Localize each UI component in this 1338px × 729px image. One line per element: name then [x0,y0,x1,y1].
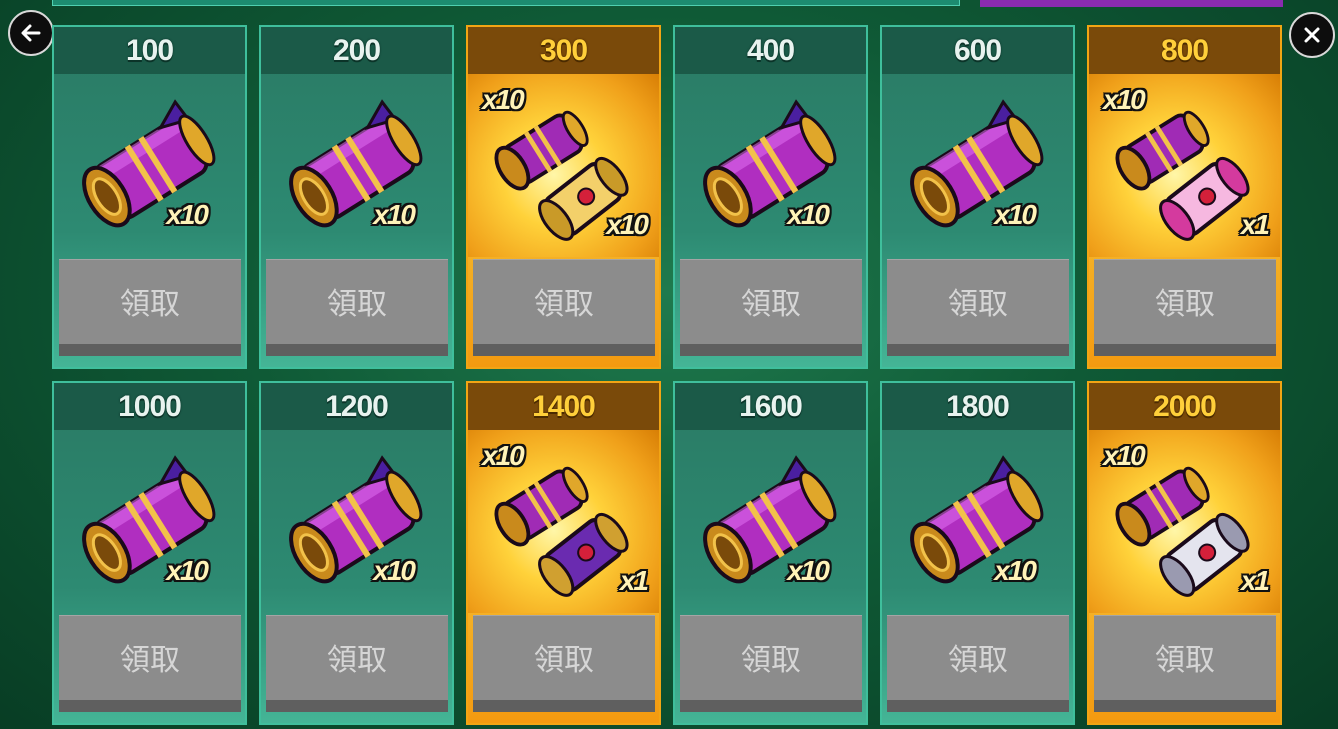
back-button[interactable] [8,10,54,56]
reward-threshold: 200 [332,33,381,67]
claim-button[interactable]: 領取 [266,615,448,712]
reward-quantity: x10 [166,199,209,230]
claim-label: 領取 [534,643,594,678]
card-header: 800 [1089,27,1280,74]
reward-threshold: 1200 [325,389,389,423]
card-header: 200 [261,27,452,74]
card-header: 400 [675,27,866,74]
card-header: 1400 [468,383,659,430]
reward-card-400: 400 x10 領取 [673,25,868,369]
claim-button[interactable]: 領取 [887,615,1069,712]
bonus-quantity: x10 [482,84,525,115]
close-button[interactable] [1289,12,1335,58]
reward-quantity: x10 [994,555,1037,586]
reward-card-2000: 2000 x1 x10 領取 [1087,381,1282,725]
reward-threshold: 1400 [532,389,596,423]
reward-quantity: x10 [994,199,1037,230]
silver-scroll-icon: x1 x10 [1089,430,1280,613]
reward-threshold: 100 [125,33,174,67]
reward-grid: 100 x10 領取 200 x10 領取 300 x10 x10 領取 400… [52,25,1282,725]
reward-card-600: 600 x10 領取 [880,25,1075,369]
reward-quantity: x10 [606,209,649,240]
claim-label: 領取 [327,643,387,678]
pink-scroll-icon: x1 x10 [1089,74,1280,257]
bonus-quantity: x10 [482,440,525,471]
reward-quantity: x1 [1240,209,1270,240]
reward-threshold: 600 [953,33,1002,67]
reward-card-300: 300 x10 x10 領取 [466,25,661,369]
card-header: 600 [882,27,1073,74]
reward-card-200: 200 x10 領取 [259,25,454,369]
reward-quantity: x10 [373,555,416,586]
claim-button[interactable]: 領取 [473,615,655,712]
purple-scroll-icon: x10 [261,430,452,613]
reward-threshold: 1000 [118,389,182,423]
purple-scroll-icon: x10 [675,430,866,613]
claim-label: 領取 [948,287,1008,322]
reward-card-1200: 1200 x10 領取 [259,381,454,725]
claim-label: 領取 [120,643,180,678]
card-header: 1200 [261,383,452,430]
claim-label: 領取 [741,287,801,322]
reward-card-1400: 1400 x1 x10 領取 [466,381,661,725]
claim-label: 領取 [534,287,594,322]
card-header: 1800 [882,383,1073,430]
card-header: 100 [54,27,245,74]
claim-label: 領取 [120,287,180,322]
claim-button[interactable]: 領取 [887,259,1069,356]
claim-label: 領取 [1155,287,1215,322]
claim-button[interactable]: 領取 [59,615,241,712]
purple-scroll-icon: x10 [882,74,1073,257]
reward-threshold: 800 [1160,33,1209,67]
claim-button[interactable]: 領取 [473,259,655,356]
reward-quantity: x1 [619,565,649,596]
claim-button[interactable]: 領取 [680,259,862,356]
claim-button[interactable]: 領取 [266,259,448,356]
claim-label: 領取 [327,287,387,322]
arrow-left-icon [21,24,41,42]
reward-threshold: 2000 [1153,389,1217,423]
top-tab-bar [980,0,1283,7]
gold-scroll-icon: x10 x10 [468,74,659,257]
purple-scroll-icon: x10 [882,430,1073,613]
reward-card-800: 800 x1 x10 領取 [1087,25,1282,369]
claim-label: 領取 [948,643,1008,678]
reward-threshold: 300 [539,33,588,67]
purple-scroll-icon: x10 [54,430,245,613]
reward-quantity: x1 [1240,565,1270,596]
claim-button[interactable]: 領取 [680,615,862,712]
bonus-quantity: x10 [1103,84,1146,115]
purple-scroll-icon: x10 [54,74,245,257]
reward-threshold: 1800 [946,389,1010,423]
purple-scroll-icon: x10 [261,74,452,257]
top-panel-bar [52,0,960,6]
claim-button[interactable]: 領取 [59,259,241,356]
reward-card-1000: 1000 x10 領取 [52,381,247,725]
close-icon [1304,27,1320,43]
claim-label: 領取 [1155,643,1215,678]
violet-scroll-icon: x1 x10 [468,430,659,613]
purple-scroll-icon: x10 [675,74,866,257]
reward-card-100: 100 x10 領取 [52,25,247,369]
reward-threshold: 1600 [739,389,803,423]
card-header: 1000 [54,383,245,430]
reward-card-1800: 1800 x10 領取 [880,381,1075,725]
card-header: 1600 [675,383,866,430]
reward-quantity: x10 [787,199,830,230]
card-header: 300 [468,27,659,74]
reward-quantity: x10 [373,199,416,230]
claim-button[interactable]: 領取 [1094,615,1276,712]
card-header: 2000 [1089,383,1280,430]
claim-label: 領取 [741,643,801,678]
reward-threshold: 400 [746,33,795,67]
reward-quantity: x10 [166,555,209,586]
bonus-quantity: x10 [1103,440,1146,471]
claim-button[interactable]: 領取 [1094,259,1276,356]
reward-quantity: x10 [787,555,830,586]
reward-card-1600: 1600 x10 領取 [673,381,868,725]
